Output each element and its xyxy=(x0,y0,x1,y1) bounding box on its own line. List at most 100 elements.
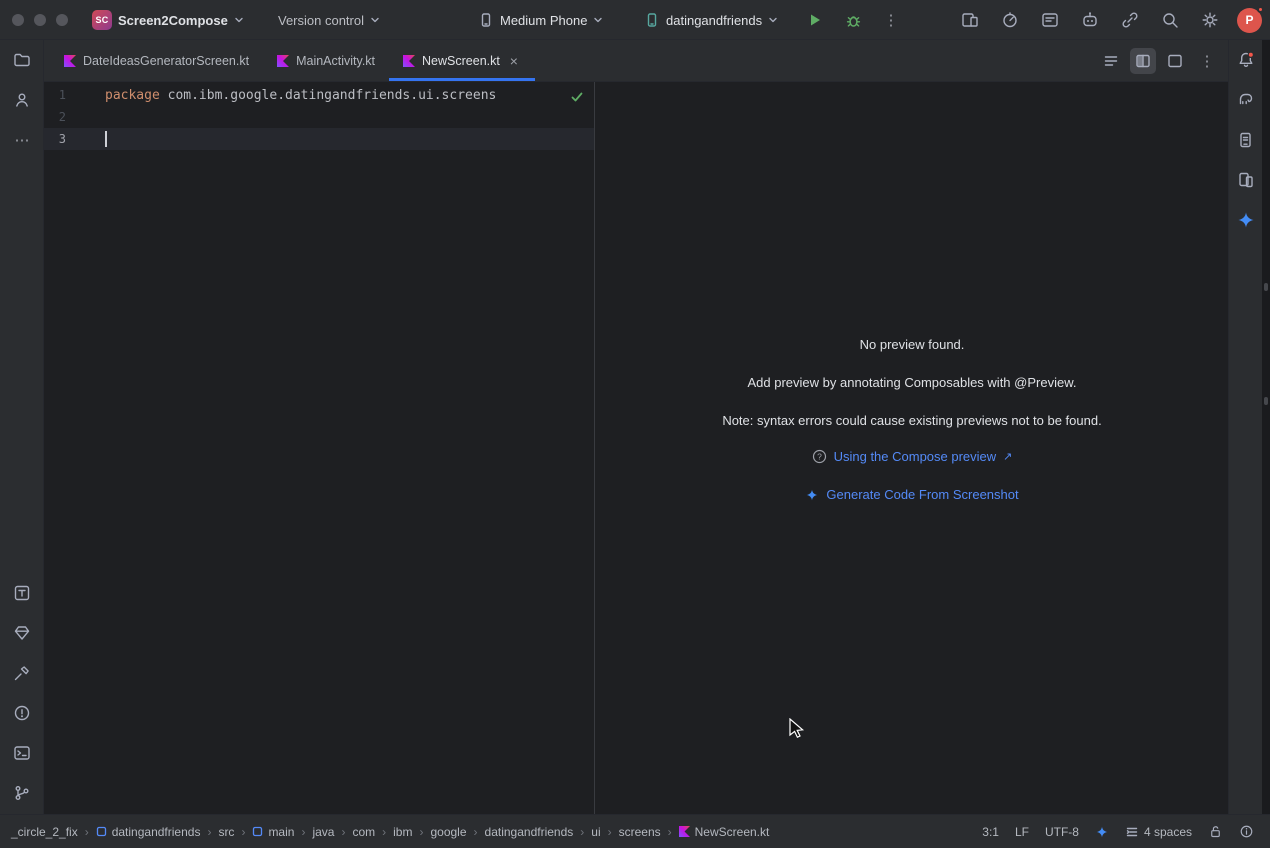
tab-dateideasgeneratorscreen[interactable]: DateIdeasGeneratorScreen.kt xyxy=(50,40,263,81)
user-avatar[interactable]: P xyxy=(1237,8,1262,33)
designer-tool-icon[interactable] xyxy=(12,583,32,603)
run-actions: ⋮ xyxy=(800,0,906,40)
code-line[interactable]: 1 package com.ibm.google.datingandfriend… xyxy=(44,84,594,106)
breadcrumb-item[interactable]: datingandfriends xyxy=(93,823,204,841)
run-configuration-selector[interactable]: datingandfriends xyxy=(638,0,784,40)
generate-code-from-screenshot-link[interactable]: Generate Code From Screenshot xyxy=(805,487,1018,502)
unlock-icon[interactable] xyxy=(1208,824,1223,839)
design-view-icon[interactable] xyxy=(1162,48,1188,74)
breadcrumb-item[interactable]: _circle_2_fix xyxy=(8,823,81,841)
line-number[interactable]: 1 xyxy=(44,88,66,102)
window-zoom-button[interactable] xyxy=(56,14,68,26)
svg-text:?: ? xyxy=(817,452,822,462)
breadcrumb-item[interactable]: google xyxy=(427,823,469,841)
run-button[interactable] xyxy=(800,5,830,35)
right-edge-scroll-track[interactable] xyxy=(1262,40,1270,814)
project-app-icon: SC xyxy=(92,10,112,30)
preview-hint: Add preview by annotating Composables wi… xyxy=(596,375,1228,390)
editor-tabs: DateIdeasGeneratorScreen.kt MainActivity… xyxy=(44,40,535,81)
terminal-icon[interactable] xyxy=(12,743,32,763)
profiler-icon[interactable] xyxy=(997,5,1023,35)
caret-position-widget[interactable]: 3:1 xyxy=(982,825,999,839)
indent-widget[interactable]: 4 spaces xyxy=(1125,825,1192,839)
line-number[interactable]: 3 xyxy=(44,132,66,146)
ai-sparkle-icon[interactable] xyxy=(1095,825,1109,839)
window-close-button[interactable] xyxy=(12,14,24,26)
tab-label: MainActivity.kt xyxy=(296,54,375,68)
code-view-icon[interactable] xyxy=(1098,48,1124,74)
breadcrumb-item[interactable]: ibm xyxy=(390,823,415,841)
more-actions-button[interactable]: ⋮ xyxy=(876,5,906,35)
breadcrumb-separator xyxy=(606,825,614,839)
debug-button[interactable] xyxy=(838,5,868,35)
titlebar-right-actions: P xyxy=(957,0,1262,40)
tab-label: DateIdeasGeneratorScreen.kt xyxy=(83,54,249,68)
breadcrumb: _circle_2_fix datingandfriends src main … xyxy=(8,823,772,841)
project-folder-icon[interactable] xyxy=(12,50,32,70)
resource-manager-icon[interactable] xyxy=(12,623,32,643)
git-branch-icon[interactable] xyxy=(12,783,32,803)
inspection-status-check-icon[interactable] xyxy=(570,90,584,104)
notification-dot xyxy=(1257,6,1264,13)
code-line[interactable]: 2 xyxy=(44,106,594,128)
search-icon[interactable] xyxy=(1157,5,1183,35)
breadcrumb-separator xyxy=(205,825,213,839)
gemini-icon[interactable] xyxy=(1236,210,1256,230)
running-devices-icon[interactable] xyxy=(957,5,983,35)
breadcrumb-item[interactable]: datingandfriends xyxy=(482,823,577,841)
compose-preview-panel: No preview found. Add preview by annotat… xyxy=(596,82,1228,814)
phone-icon xyxy=(478,12,494,28)
encoding-widget[interactable]: UTF-8 xyxy=(1045,825,1079,839)
problems-icon[interactable] xyxy=(12,703,32,723)
breadcrumb-separator xyxy=(83,825,91,839)
more-tool-windows-icon[interactable]: ⋯ xyxy=(12,130,32,150)
project-name: Screen2Compose xyxy=(118,13,228,28)
compose-preview-docs-link[interactable]: ? Using the Compose preview ↗ xyxy=(812,449,1013,464)
code-line-current[interactable]: 3 xyxy=(44,128,594,150)
device-manager-icon[interactable] xyxy=(1236,170,1256,190)
version-control-widget[interactable]: Version control xyxy=(272,0,386,40)
breadcrumb-item[interactable]: screens xyxy=(616,823,664,841)
breadcrumb-separator xyxy=(417,825,425,839)
notifications-bell-icon[interactable] xyxy=(1236,50,1256,70)
device-file-explorer-icon[interactable] xyxy=(1236,130,1256,150)
split-view-icon[interactable] xyxy=(1130,48,1156,74)
tab-options-icon[interactable]: ⋮ xyxy=(1194,48,1220,74)
breadcrumb-separator xyxy=(578,825,586,839)
kotlin-file-icon xyxy=(403,55,415,67)
settings-gear-icon[interactable] xyxy=(1197,5,1223,35)
module-icon xyxy=(96,826,107,837)
tab-close-icon[interactable]: × xyxy=(507,54,521,68)
breadcrumb-item[interactable]: java xyxy=(309,823,337,841)
breadcrumb-item[interactable]: NewScreen.kt xyxy=(676,823,773,841)
editor-view-controls: ⋮ xyxy=(1098,40,1220,82)
window-controls xyxy=(12,14,68,26)
breadcrumb-item[interactable]: main xyxy=(249,823,297,841)
statusbar: _circle_2_fix datingandfriends src main … xyxy=(0,814,1270,848)
code-editor[interactable]: 1 package com.ibm.google.datingandfriend… xyxy=(44,82,595,814)
studio-bot-icon[interactable] xyxy=(1077,5,1103,35)
breadcrumb-separator xyxy=(666,825,674,839)
kotlin-file-icon xyxy=(277,55,289,67)
tab-mainactivity[interactable]: MainActivity.kt xyxy=(263,40,389,81)
project-widget[interactable]: SC Screen2Compose xyxy=(86,0,250,40)
build-icon[interactable] xyxy=(12,663,32,683)
chevron-down-icon xyxy=(593,15,603,25)
info-icon[interactable] xyxy=(1239,824,1254,839)
breadcrumb-item[interactable]: src xyxy=(215,823,237,841)
logcat-icon[interactable] xyxy=(1037,5,1063,35)
commit-person-icon[interactable] xyxy=(12,90,32,110)
breadcrumb-item[interactable]: ui xyxy=(588,823,603,841)
line-number[interactable]: 2 xyxy=(44,110,66,124)
editor-area: DateIdeasGeneratorScreen.kt MainActivity… xyxy=(44,40,1228,814)
avatar-initial: P xyxy=(1245,13,1253,27)
line-separator-widget[interactable]: LF xyxy=(1015,825,1029,839)
device-connection-icon[interactable] xyxy=(1117,5,1143,35)
tab-newscreen[interactable]: NewScreen.kt × xyxy=(389,40,535,81)
breadcrumb-item[interactable]: com xyxy=(349,823,378,841)
gradle-icon[interactable] xyxy=(1236,90,1256,110)
device-selector[interactable]: Medium Phone xyxy=(472,0,609,40)
window-minimize-button[interactable] xyxy=(34,14,46,26)
breadcrumb-separator xyxy=(380,825,388,839)
help-icon: ? xyxy=(812,449,827,464)
